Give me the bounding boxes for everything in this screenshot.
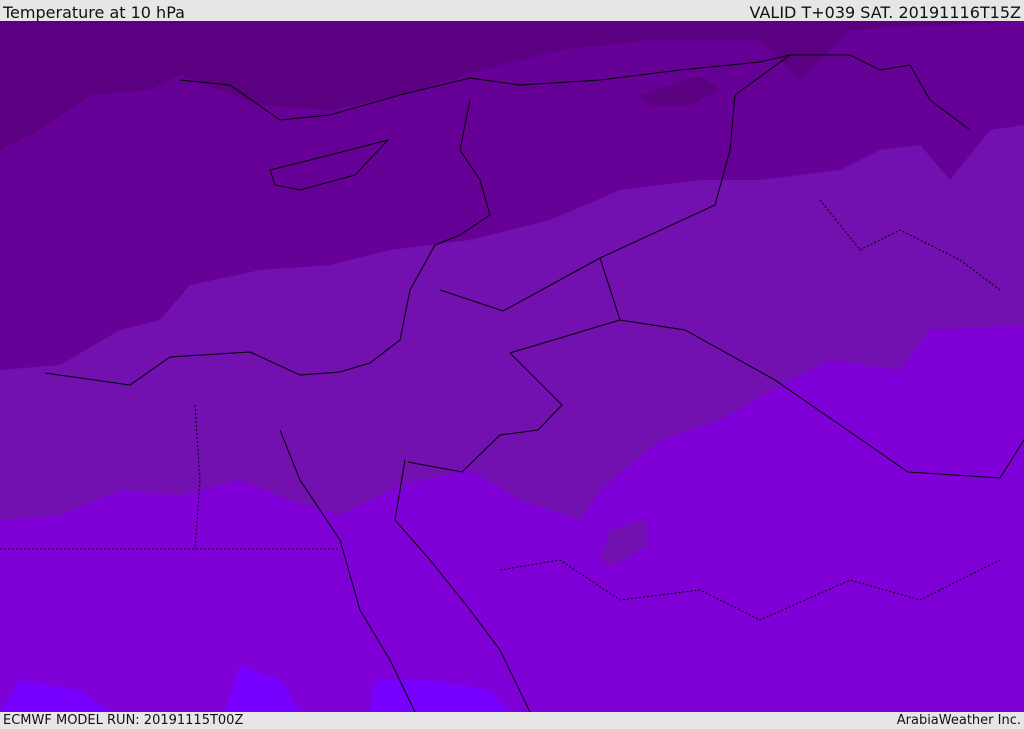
footer-bar: ECMWF MODEL RUN: 20191115T00Z ArabiaWeat… [0, 712, 1024, 729]
credit: ArabiaWeather Inc. [896, 713, 1021, 728]
temperature-map[interactable] [0, 21, 1024, 712]
model-run: ECMWF MODEL RUN: 20191115T00Z [3, 713, 244, 728]
map-title: Temperature at 10 hPa [3, 3, 185, 22]
header-bar: Temperature at 10 hPa VALID T+039 SAT. 2… [0, 0, 1024, 21]
valid-time: VALID T+039 SAT. 20191116T15Z [749, 3, 1021, 22]
